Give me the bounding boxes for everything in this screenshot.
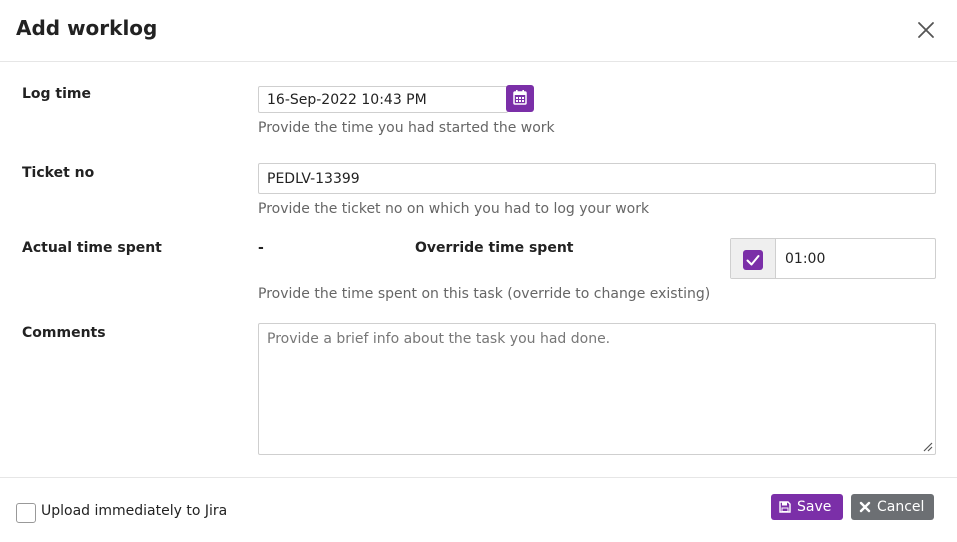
log-time-field[interactable] bbox=[258, 86, 508, 113]
comments-label: Comments bbox=[22, 325, 106, 341]
upload-jira-checkbox[interactable] bbox=[16, 503, 36, 523]
upload-jira-label[interactable]: Upload immediately to Jira bbox=[41, 503, 227, 519]
ticket-label: Ticket no bbox=[22, 165, 95, 181]
override-time-group bbox=[730, 238, 936, 279]
cancel-button-label: Cancel bbox=[877, 499, 925, 515]
log-time-help: Provide the time you had started the wor… bbox=[258, 120, 555, 136]
ticket-input[interactable] bbox=[259, 164, 935, 193]
actual-time-value: - bbox=[258, 240, 264, 256]
comments-textarea[interactable] bbox=[259, 324, 935, 454]
ticket-help: Provide the ticket no on which you had t… bbox=[258, 201, 650, 217]
close-button[interactable] bbox=[914, 18, 938, 42]
override-checkbox-addon bbox=[731, 239, 776, 278]
floppy-disk-icon bbox=[779, 501, 791, 513]
log-time-input[interactable] bbox=[259, 87, 507, 112]
dialog-title: Add worklog bbox=[16, 16, 158, 40]
close-icon bbox=[918, 22, 934, 38]
override-time-input[interactable] bbox=[777, 239, 935, 278]
override-time-label: Override time spent bbox=[415, 240, 574, 256]
calendar-icon bbox=[513, 90, 527, 105]
cancel-button[interactable]: Cancel bbox=[851, 494, 934, 520]
calendar-button[interactable] bbox=[506, 85, 534, 112]
resize-grip-icon[interactable] bbox=[921, 440, 933, 452]
time-spent-help: Provide the time spent on this task (ove… bbox=[258, 286, 711, 302]
actual-time-label: Actual time spent bbox=[22, 240, 162, 256]
comments-field[interactable] bbox=[258, 323, 936, 455]
save-button[interactable]: Save bbox=[771, 494, 843, 520]
check-icon bbox=[746, 255, 760, 266]
times-icon bbox=[859, 501, 871, 513]
override-checkbox[interactable] bbox=[743, 250, 763, 270]
ticket-field[interactable] bbox=[258, 163, 936, 194]
override-time-field[interactable] bbox=[777, 239, 935, 278]
dialog-header: Add worklog bbox=[0, 0, 957, 62]
log-time-label: Log time bbox=[22, 86, 92, 102]
save-button-label: Save bbox=[797, 499, 832, 515]
